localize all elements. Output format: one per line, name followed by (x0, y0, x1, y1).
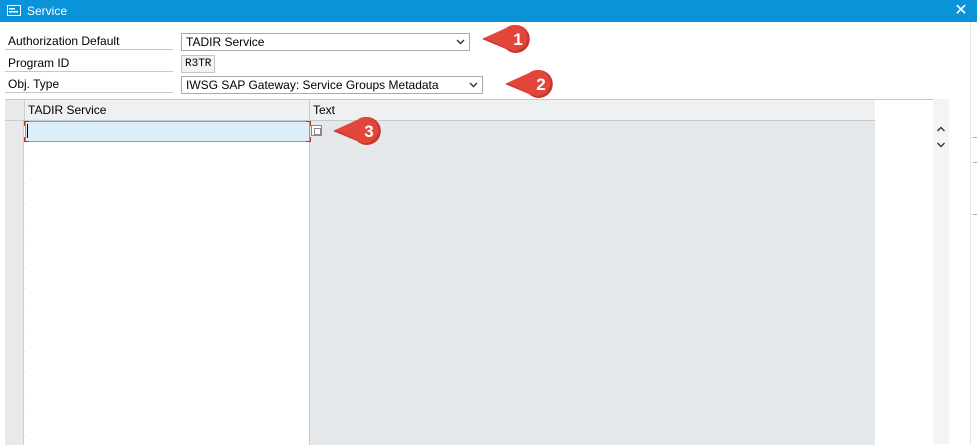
row-selector[interactable] (5, 289, 24, 310)
authorization-default-select[interactable]: TADIR Service (181, 33, 470, 51)
window-title: Service (27, 4, 68, 18)
table-row (5, 373, 875, 394)
row-selector[interactable] (5, 331, 24, 352)
text-cell (310, 268, 875, 289)
window-right-edge (970, 22, 977, 444)
row-selector[interactable] (5, 373, 24, 394)
table-row (5, 226, 875, 247)
table-header: TADIR Service Text (5, 100, 875, 121)
program-id-label: Program ID (5, 55, 173, 72)
edge-marker (973, 137, 977, 138)
chevron-down-icon (469, 77, 478, 93)
table-row (5, 142, 875, 163)
table-row (5, 352, 875, 373)
title-bar: Service ✕ (0, 0, 977, 22)
edge-marker (973, 162, 977, 163)
text-cell (310, 415, 875, 436)
tadir-service-cell[interactable] (25, 268, 310, 289)
tadir-service-cell[interactable] (25, 331, 310, 352)
obj-type-row: Obj. Type IWSG SAP Gateway: Service Grou… (5, 76, 505, 94)
window-icon (7, 5, 21, 19)
tadir-service-cell[interactable] (25, 184, 310, 205)
text-cell (310, 310, 875, 331)
tadir-service-cell[interactable] (25, 247, 310, 268)
row-selector[interactable] (5, 121, 24, 142)
program-id-field: R3TR (181, 55, 215, 73)
callout-label-3: 3 (364, 122, 373, 141)
text-cell (310, 184, 875, 205)
callout-marker-2: 2 (505, 70, 553, 98)
program-id-row: Program ID R3TR (5, 55, 505, 73)
tadir-service-cell[interactable] (25, 310, 310, 331)
callout-label-2: 2 (536, 75, 545, 94)
column-header-tadir-service[interactable]: TADIR Service (25, 100, 310, 120)
text-cell (310, 394, 875, 415)
table-row (5, 289, 875, 310)
row-selector[interactable] (5, 226, 24, 247)
table-scrollbar[interactable] (933, 99, 949, 444)
table-row (5, 331, 875, 352)
table-body (5, 121, 875, 445)
edge-marker (973, 214, 977, 215)
row-selector[interactable] (5, 184, 24, 205)
obj-type-value: IWSG SAP Gateway: Service Groups Metadat… (186, 78, 439, 92)
tadir-service-cell[interactable] (25, 289, 310, 310)
tadir-service-cell[interactable] (25, 205, 310, 226)
table-row (5, 121, 875, 142)
focus-corner-marker (24, 121, 29, 126)
tadir-service-cell[interactable] (25, 121, 310, 142)
tadir-service-cell[interactable] (25, 226, 310, 247)
text-cell (310, 163, 875, 184)
obj-type-label: Obj. Type (5, 76, 173, 93)
tadir-service-cell[interactable] (25, 394, 310, 415)
table-row (5, 394, 875, 415)
authorization-default-value: TADIR Service (186, 35, 265, 49)
text-cell (310, 331, 875, 352)
text-cell (310, 352, 875, 373)
row-selector[interactable] (5, 268, 24, 289)
callout-label-1: 1 (513, 30, 522, 49)
chevron-up-icon[interactable] (933, 121, 949, 137)
chevron-down-icon[interactable] (933, 137, 949, 153)
text-cell (310, 205, 875, 226)
row-selector[interactable] (5, 352, 24, 373)
row-selector[interactable] (5, 247, 24, 268)
text-cursor (27, 124, 28, 138)
callout-marker-3: 3 (333, 117, 381, 145)
row-selector[interactable] (5, 310, 24, 331)
tadir-service-table: TADIR Service Text (5, 99, 933, 445)
value-help-icon[interactable] (311, 125, 322, 136)
tadir-service-cell[interactable] (25, 142, 310, 163)
table-row (5, 310, 875, 331)
row-selector[interactable] (5, 142, 24, 163)
authorization-default-row: Authorization Default TADIR Service (5, 33, 505, 51)
text-cell (310, 373, 875, 394)
table-row (5, 205, 875, 226)
obj-type-select[interactable]: IWSG SAP Gateway: Service Groups Metadat… (181, 76, 483, 94)
row-selector[interactable] (5, 394, 24, 415)
chevron-down-icon (456, 34, 465, 50)
tadir-service-cell[interactable] (25, 415, 310, 436)
row-selector[interactable] (5, 163, 24, 184)
tadir-service-cell[interactable] (25, 352, 310, 373)
row-selector[interactable] (5, 205, 24, 226)
table-row (5, 247, 875, 268)
select-all-cell[interactable] (5, 100, 25, 120)
table-row (5, 163, 875, 184)
close-button[interactable]: ✕ (953, 1, 969, 21)
text-cell (310, 289, 875, 310)
table-row (5, 184, 875, 205)
row-selector[interactable] (5, 415, 24, 436)
callout-marker-1: 1 (482, 25, 530, 53)
tadir-service-cell[interactable] (25, 163, 310, 184)
text-cell (310, 226, 875, 247)
table-row (5, 268, 875, 289)
text-cell (310, 247, 875, 268)
table-row (5, 415, 875, 436)
tadir-service-cell[interactable] (25, 373, 310, 394)
authorization-default-label: Authorization Default (5, 33, 173, 50)
